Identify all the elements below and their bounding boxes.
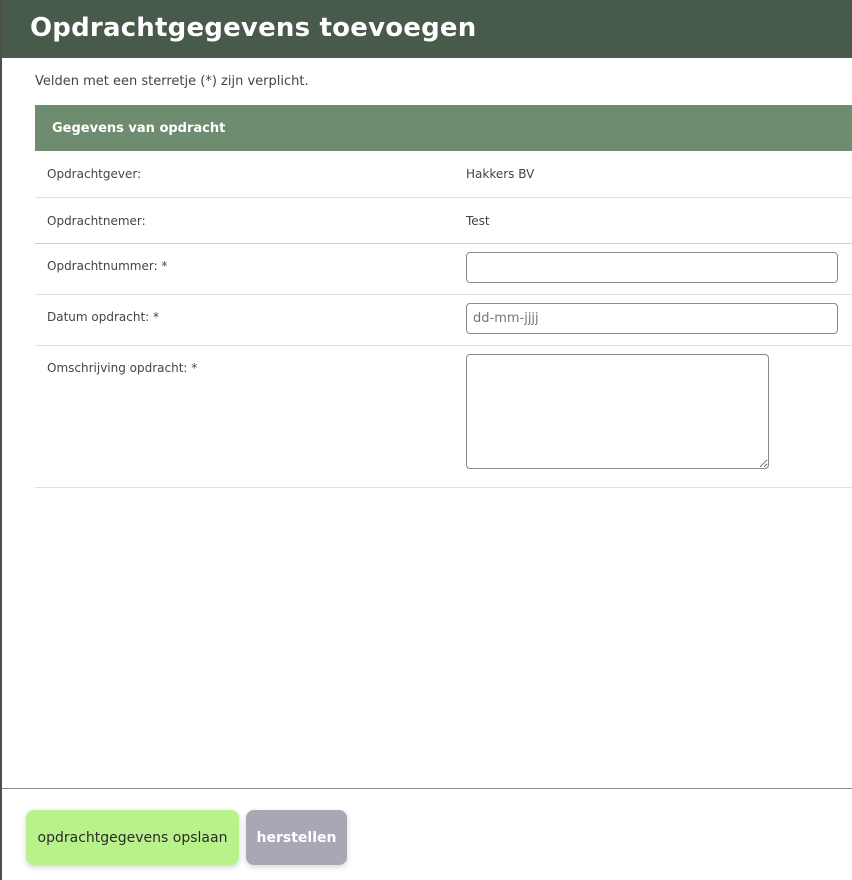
- opdrachtnummer-input[interactable]: [466, 252, 838, 283]
- save-order-details-button[interactable]: opdrachtgegevens opslaan: [26, 810, 239, 865]
- modal-title: Opdrachtgegevens toevoegen: [30, 13, 477, 43]
- footer-divider: [2, 788, 852, 789]
- datum-opdracht-label: Datum opdracht: *: [47, 310, 160, 324]
- opdrachtnummer-label: Opdrachtnummer: *: [47, 259, 168, 273]
- omschrijving-opdracht-label: Omschrijving opdracht: *: [47, 361, 198, 375]
- reset-button[interactable]: herstellen: [246, 810, 347, 865]
- opdrachtnemer-label: Opdrachtnemer:: [47, 214, 146, 228]
- opdrachtgever-label: Opdrachtgever:: [47, 167, 142, 181]
- row-opdrachtgever: Opdrachtgever: Hakkers BV: [35, 151, 852, 198]
- modal-dialog: Opdrachtgegevens toevoegen Velden met ee…: [2, 0, 852, 880]
- row-opdrachtnemer: Opdrachtnemer: Test: [35, 198, 852, 244]
- omschrijving-opdracht-textarea[interactable]: [466, 354, 769, 469]
- required-fields-note: Velden met een sterretje (*) zijn verpli…: [35, 74, 309, 89]
- order-details-section: Gegevens van opdracht Opdrachtgever: Hak…: [35, 105, 852, 488]
- row-omschrijving-opdracht: Omschrijving opdracht: *: [35, 346, 852, 488]
- opdrachtgever-value: Hakkers BV: [466, 167, 535, 181]
- modal-header: Opdrachtgegevens toevoegen: [2, 0, 852, 58]
- row-datum-opdracht: Datum opdracht: *: [35, 295, 852, 346]
- datum-opdracht-input[interactable]: [466, 303, 838, 334]
- section-header: Gegevens van opdracht: [35, 105, 852, 151]
- row-opdrachtnummer: Opdrachtnummer: *: [35, 244, 852, 295]
- opdrachtnemer-value: Test: [466, 214, 490, 228]
